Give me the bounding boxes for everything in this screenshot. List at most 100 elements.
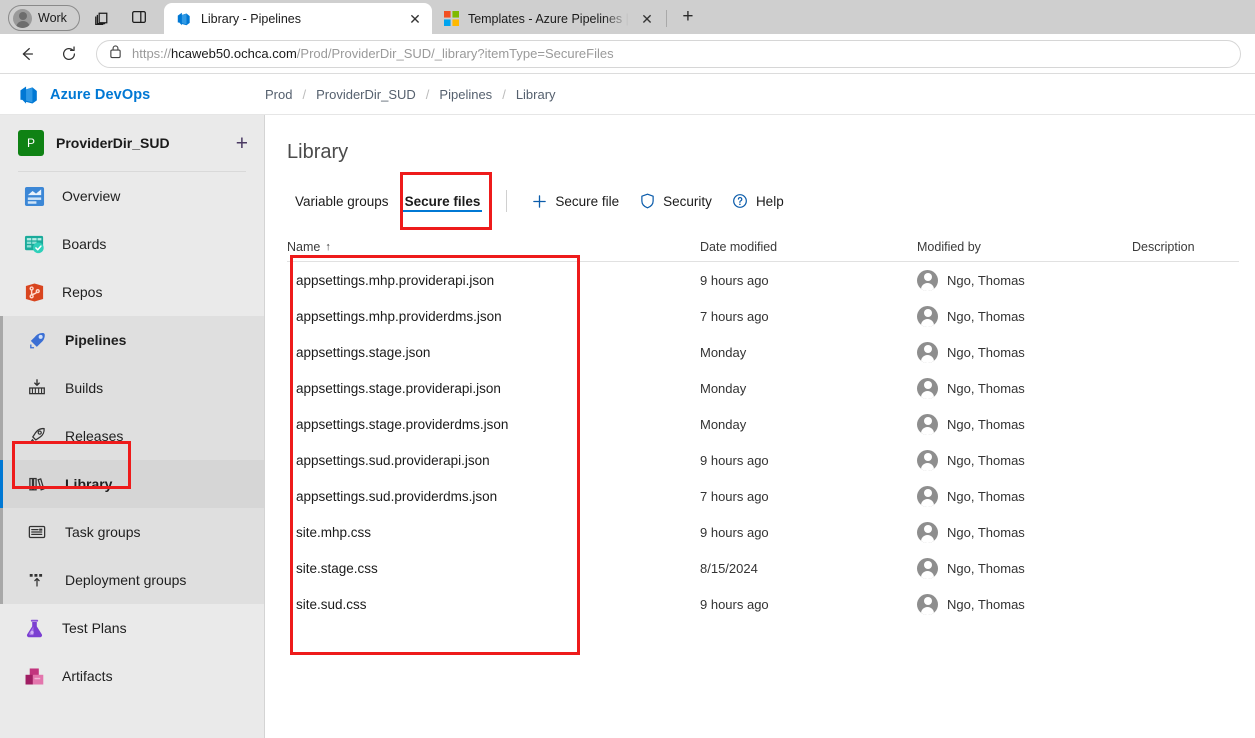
close-icon[interactable]: ✕ [638,10,656,28]
test-plans-icon [22,616,46,640]
avatar [917,377,938,399]
breadcrumb-item-pipelines[interactable]: Pipelines [439,87,492,102]
browser-tab-strip: Work Library - Pipelines ✕ Templates - A… [0,0,1255,34]
help-button[interactable]: Help [722,185,794,217]
table-row[interactable]: site.mhp.css 9 hours ago Ngo, Thomas [287,514,1239,550]
column-header-date-modified[interactable]: Date modified [700,240,917,254]
sidebar-item-library[interactable]: Library [0,460,264,508]
sidebar-item-releases[interactable]: Releases [3,412,264,460]
sidebar-item-label: Task groups [65,524,141,540]
cell-modified-by: Ngo, Thomas [917,593,1132,615]
breadcrumb-item-library[interactable]: Library [516,87,556,102]
sidebar-item-repos[interactable]: Repos [0,268,264,316]
collections-icon[interactable] [90,4,116,30]
table-row[interactable]: site.stage.css 8/15/2024 Ngo, Thomas [287,550,1239,586]
sidebar-item-builds[interactable]: Builds [3,364,264,412]
security-button[interactable]: Security [629,185,722,217]
cell-date-modified: 9 hours ago [700,524,769,540]
column-header-label: Date modified [700,239,778,254]
table-row[interactable]: appsettings.stage.json Monday Ngo, Thomas [287,334,1239,370]
sidebar-item-overview[interactable]: Overview [0,172,264,220]
cell-date-modified: Monday [700,344,747,360]
sidebar-item-deployment-groups[interactable]: Deployment groups [3,556,264,604]
table-row[interactable]: appsettings.sud.providerdms.json 7 hours … [287,478,1239,514]
sidebar-item-artifacts[interactable]: Artifacts [0,652,264,700]
cell-file-name[interactable]: appsettings.stage.providerapi.json [287,381,700,396]
cell-file-name[interactable]: appsettings.stage.json [287,345,700,360]
artifacts-icon [22,664,46,688]
table-row[interactable]: appsettings.mhp.providerapi.json 9 hours … [287,262,1239,298]
cell-modified-by: Ngo, Thomas [917,557,1132,579]
pivot-variable-groups[interactable]: Variable groups [287,180,397,222]
cell-modified-by: Ngo, Thomas [917,341,1132,363]
cell-file-name[interactable]: appsettings.sud.providerdms.json [287,489,700,504]
cell-file-name[interactable]: appsettings.sud.providerapi.json [287,453,700,468]
close-icon[interactable]: ✕ [406,10,424,28]
brand-label: Azure DevOps [50,86,151,103]
cell-file-name[interactable]: site.stage.css [287,561,700,576]
table-row[interactable]: appsettings.stage.providerdms.json Monday… [287,406,1239,442]
add-secure-file-button[interactable]: Secure file [521,185,629,217]
browser-tab-title: Templates - Azure Pipelines | Mic [467,11,629,26]
cell-file-name[interactable]: appsettings.mhp.providerdms.json [287,309,700,324]
cell-modified-by: Ngo, Thomas [917,305,1132,327]
command-label: Help [755,193,784,209]
breadcrumb-item-project[interactable]: ProviderDir_SUD [316,87,416,102]
back-arrow-icon[interactable] [12,39,42,69]
address-bar[interactable]: https://hcaweb50.ochca.com/Prod/Provider… [96,39,1241,68]
cell-file-name[interactable]: site.sud.css [287,597,700,612]
sidebar: P ProviderDir_SUD + Overview Boards Repo… [0,115,265,738]
profile-avatar-icon [13,8,32,28]
column-header-description[interactable]: Description [1132,240,1239,254]
browser-profile-button[interactable]: Work [8,5,80,31]
avatar [917,593,938,615]
microsoft-favicon [443,11,459,26]
sidebar-item-boards[interactable]: Boards [0,220,264,268]
project-initial-badge: P [18,130,44,156]
cell-date-modified: 9 hours ago [700,452,769,468]
sidebar-item-test-plans[interactable]: Test Plans [0,604,264,652]
pipelines-icon [25,328,49,352]
pivot-label: Variable groups [295,193,389,209]
column-header-modified-by[interactable]: Modified by [917,240,1132,254]
boards-icon [22,232,46,256]
lock-icon [109,44,122,64]
avatar [917,413,938,435]
browser-tab-inactive[interactable]: Templates - Azure Pipelines | Mic ✕ [432,3,664,34]
table-row[interactable]: appsettings.sud.providerapi.json 9 hours … [287,442,1239,478]
azure-devops-brand[interactable]: Azure DevOps [0,84,247,106]
sidebar-item-label: Builds [65,380,104,396]
azure-devops-logo-icon [20,85,37,104]
avatar [917,269,938,291]
split-screen-icon[interactable] [126,4,152,30]
pivot-label: Secure files [404,193,481,209]
profile-label: Work [38,11,67,25]
page-title: Library [287,141,349,163]
breadcrumb-item-prod[interactable]: Prod [265,87,292,102]
library-toolbar: Variable groups Secure files Secure file… [265,180,1255,222]
table-row[interactable]: site.sud.css 9 hours ago Ngo, Thomas [287,586,1239,622]
cell-file-name[interactable]: site.mhp.css [287,525,700,540]
sidebar-item-pipelines[interactable]: Pipelines [3,316,264,364]
modified-by-name: Ngo, Thomas [947,308,1025,324]
cell-file-name[interactable]: appsettings.stage.providerdms.json [287,417,700,432]
sidebar-item-task-groups[interactable]: Task groups [3,508,264,556]
deployment-groups-icon [25,568,49,592]
cell-file-name[interactable]: appsettings.mhp.providerapi.json [287,273,700,288]
new-tab-button[interactable]: + [675,4,701,30]
table-row[interactable]: appsettings.stage.providerapi.json Monday… [287,370,1239,406]
azure-devops-header: Azure DevOps Prod / ProviderDir_SUD / Pi… [0,75,1255,115]
modified-by-name: Ngo, Thomas [947,272,1025,288]
toolbar-separator [506,190,508,212]
reload-icon[interactable] [54,39,84,69]
cell-date-modified: Monday [700,380,747,396]
pivot-secure-files[interactable]: Secure files [397,180,489,222]
project-selector[interactable]: P ProviderDir_SUD + [0,115,264,171]
column-header-name[interactable]: Name ↑ [287,240,700,254]
table-row[interactable]: appsettings.mhp.providerdms.json 7 hours … [287,298,1239,334]
modified-by-name: Ngo, Thomas [947,380,1025,396]
cell-modified-by: Ngo, Thomas [917,485,1132,507]
browser-tab-active[interactable]: Library - Pipelines ✕ [163,3,432,34]
plus-icon[interactable]: + [236,133,248,154]
sidebar-item-label: Releases [65,428,124,444]
